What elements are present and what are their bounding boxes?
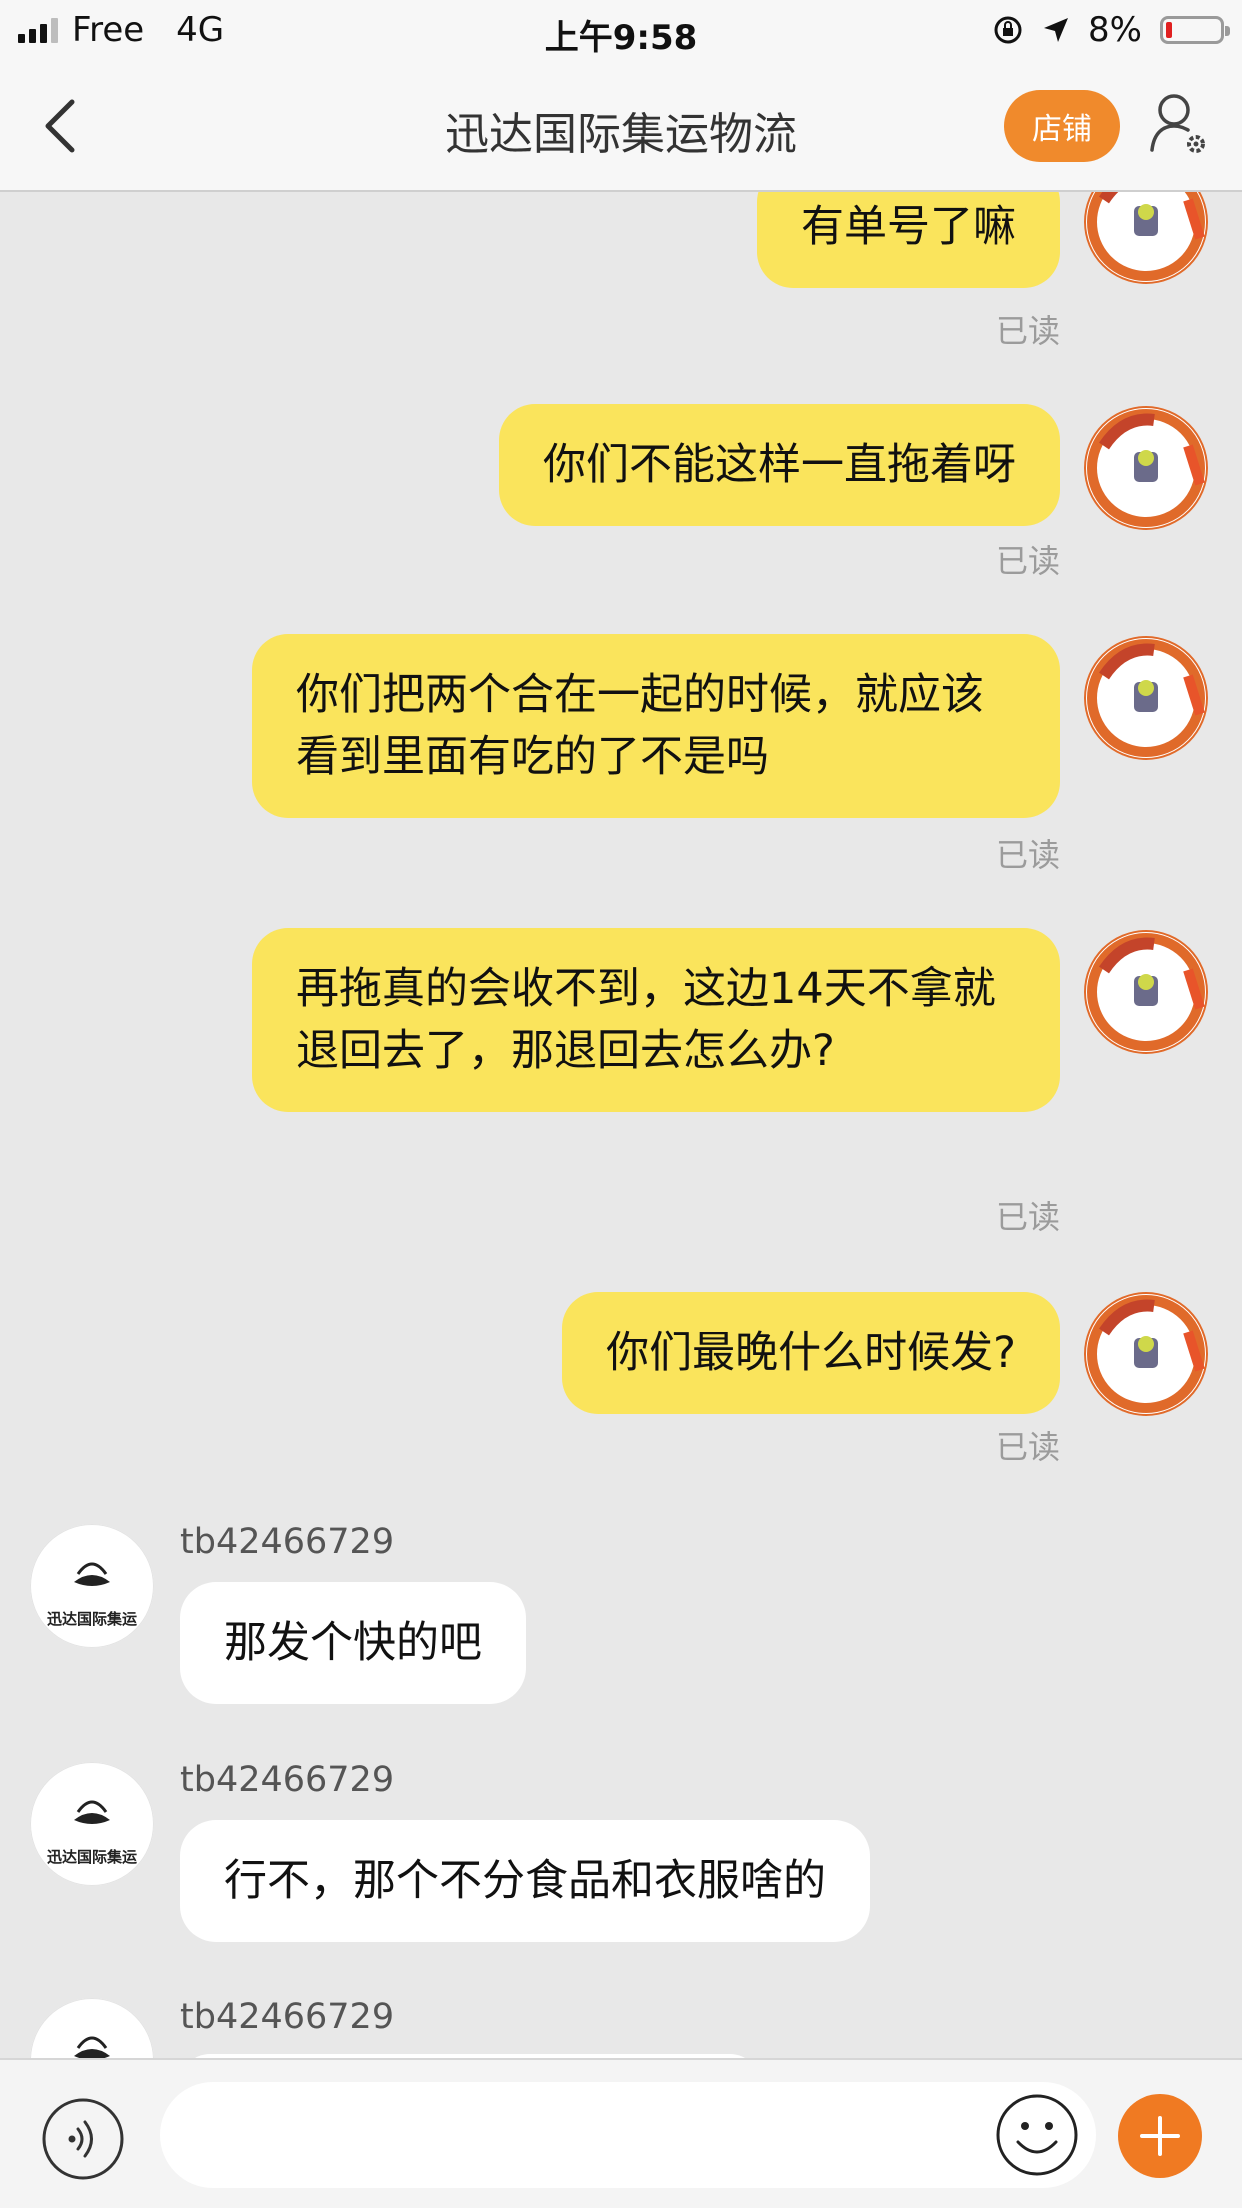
input-bar xyxy=(0,2058,1242,2208)
message-bubble-3[interactable]: 再拖真的会收不到，这边14天不拿就退回去了，那退回去怎么办? xyxy=(252,928,1060,1112)
emoji-button[interactable] xyxy=(994,2092,1080,2178)
location-icon xyxy=(1044,18,1069,42)
plus-button[interactable] xyxy=(1118,2094,1202,2178)
battery-icon xyxy=(1160,16,1230,44)
message-bubble-2[interactable]: 你们把两个合在一起的时候，就应该看到里面有吃的了不是吗 xyxy=(252,634,1060,818)
smiley-icon xyxy=(996,2094,1078,2176)
shop-logo-text: 迅达国际集运 xyxy=(47,1848,137,1866)
shop-avatar[interactable]: 迅达国际集运 xyxy=(30,1524,154,1648)
read-status-0: 已读 xyxy=(995,312,1060,350)
shop-button[interactable]: 店铺 xyxy=(1004,90,1120,162)
message-bubble-0[interactable]: 有单号了嘛 xyxy=(757,192,1060,288)
message-bubble-6[interactable]: 行不，那个不分食品和衣服啥的 xyxy=(180,1820,870,1942)
chat-area[interactable]: 有单号了嘛 已读 你们不能这样一直拖着呀 已读 你们把两个合在一起的时候，就应该… xyxy=(0,192,1242,2058)
sender-name: tb42466729 xyxy=(180,1522,395,1562)
read-status-3: 已读 xyxy=(995,1198,1060,1236)
user-settings-icon xyxy=(1150,94,1205,153)
message-input[interactable] xyxy=(160,2082,1096,2188)
plus-icon xyxy=(1140,2116,1180,2156)
shop-logo-text: 迅达国际集运 xyxy=(47,1610,137,1628)
message-bubble-5[interactable]: 那发个快的吧 xyxy=(180,1582,526,1704)
shop-avatar[interactable]: 迅达国际集运 xyxy=(30,1762,154,1886)
profile-settings-button[interactable] xyxy=(1148,90,1210,156)
voice-button[interactable] xyxy=(40,2096,126,2182)
orientation-lock-icon xyxy=(994,16,1022,44)
read-status-4: 已读 xyxy=(995,1428,1060,1466)
read-status-1: 已读 xyxy=(995,542,1060,580)
my-avatar[interactable] xyxy=(1084,192,1208,284)
my-avatar[interactable] xyxy=(1084,930,1208,1054)
sender-name: tb42466729 xyxy=(180,1997,395,2037)
my-avatar[interactable] xyxy=(1084,636,1208,760)
voice-icon xyxy=(42,2098,124,2180)
message-bubble-1[interactable]: 你们不能这样一直拖着呀 xyxy=(499,404,1060,526)
message-bubble-4[interactable]: 你们最晚什么时候发? xyxy=(562,1292,1060,1414)
status-bar: Free 4G 上午9:58 8% xyxy=(0,0,1242,64)
read-status-2: 已读 xyxy=(995,836,1060,874)
sender-name: tb42466729 xyxy=(180,1760,395,1800)
battery-percent: 8% xyxy=(1088,10,1142,50)
shop-avatar[interactable] xyxy=(30,1998,154,2058)
nav-bar: 迅达国际集运物流 店铺 xyxy=(0,64,1242,192)
my-avatar[interactable] xyxy=(1084,1292,1208,1416)
my-avatar[interactable] xyxy=(1084,406,1208,530)
